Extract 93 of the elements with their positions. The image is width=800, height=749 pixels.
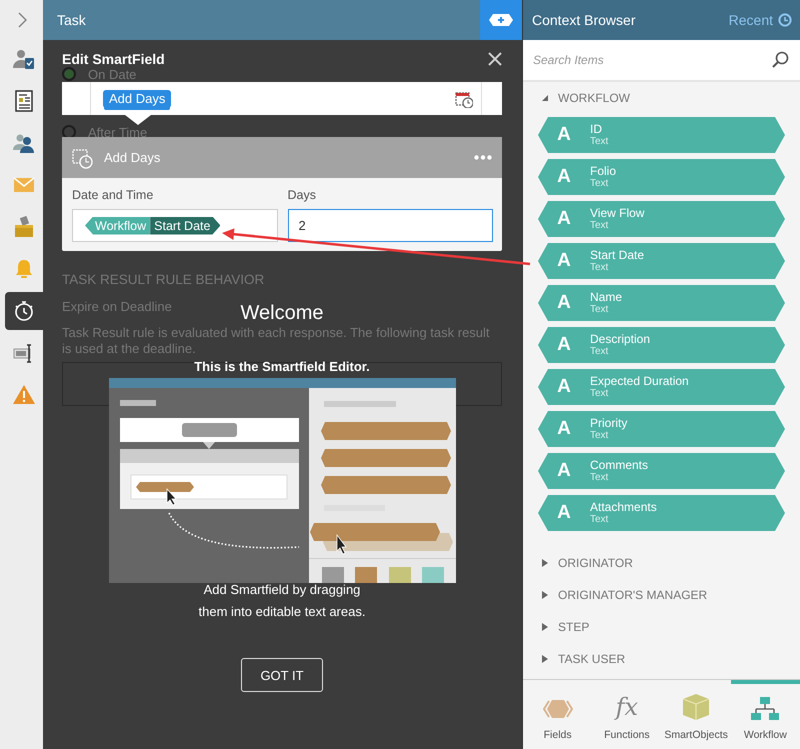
type-letter: A xyxy=(556,334,572,356)
field-name: Priority xyxy=(590,416,628,430)
popover-pointer xyxy=(125,115,151,125)
field-type: Text xyxy=(590,178,610,190)
field-type: Text xyxy=(590,304,610,316)
add-field-button[interactable] xyxy=(480,0,522,40)
pane-title: Task xyxy=(56,12,86,28)
panel-tab[interactable]: fx Functions xyxy=(592,680,662,749)
token-context[interactable]: Workflow xyxy=(85,216,150,234)
field-name: Description xyxy=(590,332,650,346)
warning-icon xyxy=(12,383,36,407)
calendar-clock-icon xyxy=(455,90,473,108)
welcome-subtitle: This is the Smartfield Editor. xyxy=(194,359,370,374)
field-item[interactable]: A Name Text xyxy=(538,285,785,321)
hexagon-icon xyxy=(542,697,573,721)
panel-tab[interactable]: SmartObjects xyxy=(662,680,731,749)
section-heading: TASK RESULT RULE BEHAVIOR xyxy=(62,272,264,288)
field-item[interactable]: A Priority Text xyxy=(538,411,785,447)
field-type: Text xyxy=(590,220,610,232)
welcome-title: Welcome xyxy=(240,302,324,324)
field-item[interactable]: A Attachments Text xyxy=(538,495,785,531)
more-icon[interactable] xyxy=(474,155,492,160)
got-it-button[interactable]: GOT IT xyxy=(241,658,323,692)
field-name: Name xyxy=(590,290,622,304)
input-field[interactable]: 2 xyxy=(288,209,493,242)
type-letter: A xyxy=(556,418,572,440)
description: Task Result rule is evaluated with each response. The following task result is used at the deadline. xyxy=(62,325,491,357)
field-name: Start Date xyxy=(590,248,644,262)
field-item[interactable]: A Comments Text xyxy=(538,453,785,489)
field-item[interactable]: A View Flow Text xyxy=(538,201,785,237)
field-name: Comments xyxy=(590,458,648,472)
type-letter: A xyxy=(556,292,572,314)
nav-button[interactable] xyxy=(5,292,43,330)
dialog-title: Edit SmartField xyxy=(62,51,165,67)
field-item[interactable]: A Folio Text xyxy=(538,159,785,195)
field-item[interactable]: A ID Text xyxy=(538,117,785,153)
person-clipboard-icon xyxy=(12,47,36,71)
welcome-text: Add Smartfield by dragging them into editable text areas. xyxy=(198,581,366,621)
type-letter: A xyxy=(556,460,572,482)
tag-plus-icon xyxy=(488,13,514,27)
function-chip[interactable]: Add Days xyxy=(103,90,172,108)
group-header[interactable]: STEP xyxy=(523,611,590,643)
radio-button[interactable] xyxy=(62,125,76,139)
org-chart-icon xyxy=(750,696,780,721)
field-type: Text xyxy=(590,346,610,358)
group-header[interactable]: WORKFLOW xyxy=(523,84,630,112)
calendar-clock-icon xyxy=(72,146,94,168)
field-item[interactable]: A Start Date Text xyxy=(538,243,785,279)
field-name: Expected Duration xyxy=(590,374,689,388)
field-name: Folio xyxy=(590,164,616,178)
group-header[interactable]: TASK USER xyxy=(523,643,626,675)
group-header[interactable]: ORIGINATOR'S MANAGER xyxy=(523,579,708,611)
stopwatch-icon xyxy=(12,299,36,323)
field-item[interactable]: A Description Text xyxy=(538,327,785,363)
group-header[interactable]: ORIGINATOR xyxy=(523,547,633,579)
field-type: Text xyxy=(590,388,610,400)
field-type: Text xyxy=(590,430,610,442)
close-icon[interactable] xyxy=(488,52,502,66)
field-type: Text xyxy=(590,262,610,274)
field-name: Attachments xyxy=(590,500,657,514)
type-letter: A xyxy=(556,166,572,188)
type-letter: A xyxy=(556,376,572,398)
panel-tab[interactable]: Workflow xyxy=(730,680,800,749)
token-name[interactable]: Start Date xyxy=(150,216,220,234)
recent-link[interactable]: Recent xyxy=(728,12,773,28)
field-name: View Flow xyxy=(590,206,644,220)
panel-tab[interactable]: Fields xyxy=(523,680,592,749)
parameter-label: Days xyxy=(288,188,317,204)
clock-icon[interactable] xyxy=(778,13,792,27)
function-title: Add Days xyxy=(104,150,162,165)
search-bar[interactable]: Search Items xyxy=(523,40,800,82)
parameter-field[interactable]: Workflow Start Date xyxy=(72,209,278,242)
subheading: Expire on Deadline xyxy=(62,299,172,315)
cube-icon xyxy=(682,693,710,721)
panel-title: Context Browser xyxy=(532,12,636,28)
radio-button[interactable] xyxy=(62,67,76,81)
search-field[interactable]: Search Items xyxy=(533,53,772,67)
option-label: On Date xyxy=(88,66,136,82)
expand-chevron-icon[interactable] xyxy=(16,12,26,28)
field-name: ID xyxy=(590,122,603,136)
function-icon: fx xyxy=(616,693,638,721)
parameter-label: Date and Time xyxy=(72,188,154,204)
field-type: Text xyxy=(590,514,610,526)
tray-icon xyxy=(12,215,36,239)
search-icon[interactable] xyxy=(772,51,790,69)
type-letter: A xyxy=(556,124,572,146)
field-item[interactable]: A Expected Duration Text xyxy=(538,369,785,405)
type-letter: A xyxy=(556,502,572,524)
type-letter: A xyxy=(556,208,572,230)
field-type: Text xyxy=(590,136,608,148)
type-letter: A xyxy=(556,250,572,272)
option-label: After Time xyxy=(88,124,148,140)
field-type: Text xyxy=(590,472,610,484)
